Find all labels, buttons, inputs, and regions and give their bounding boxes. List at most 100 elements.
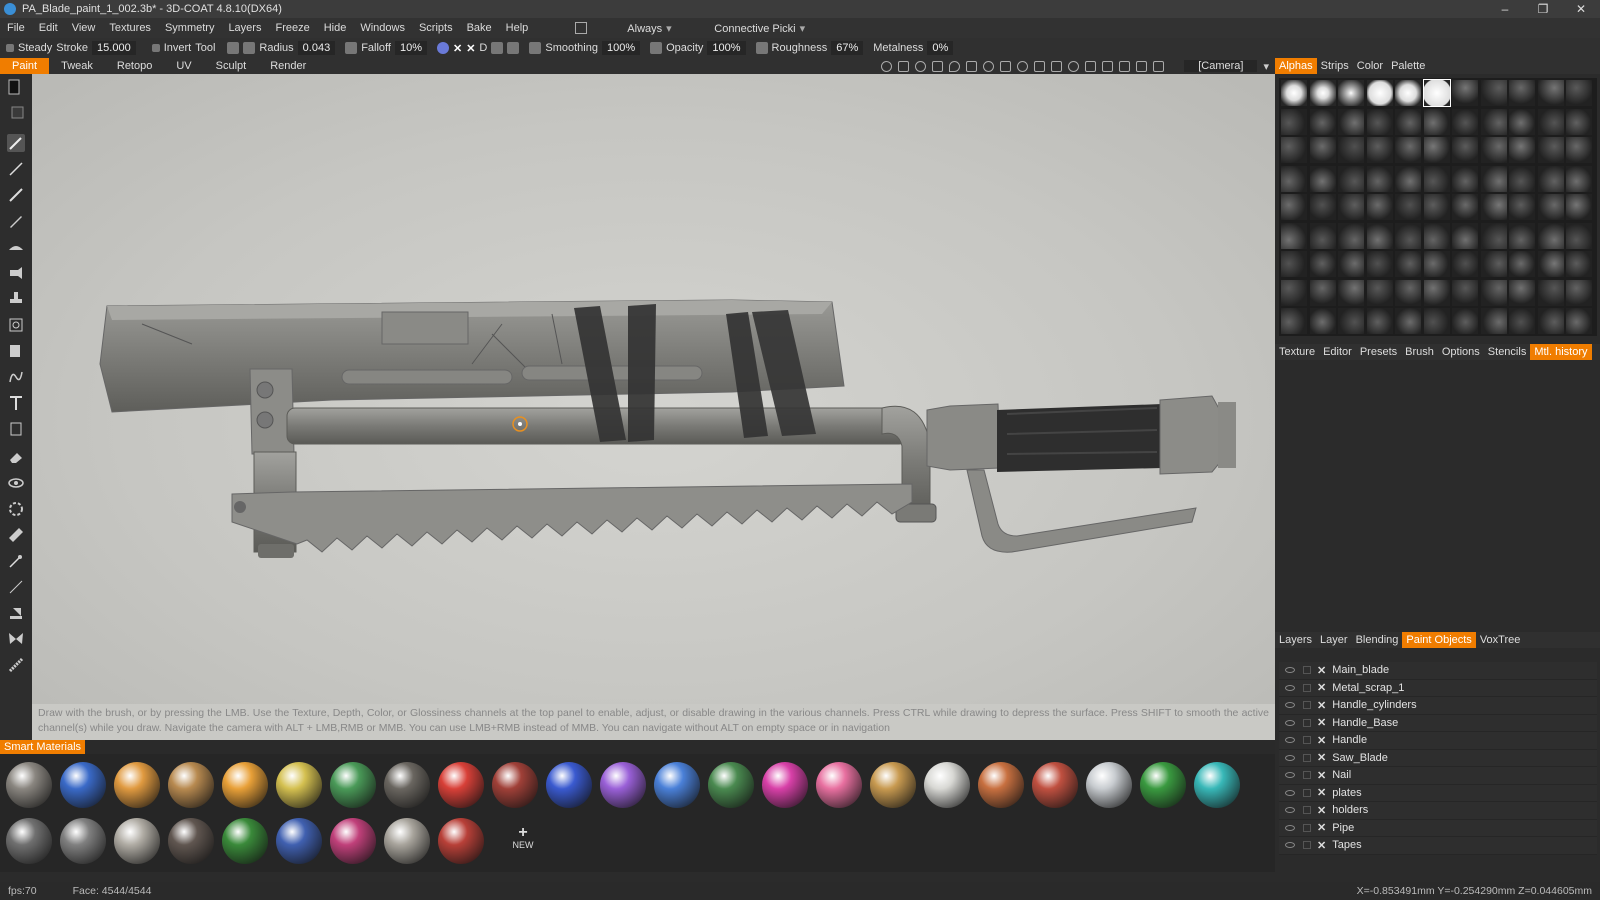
secondary-color-swatch[interactable] <box>7 102 25 120</box>
material-sphere[interactable] <box>654 762 700 808</box>
lock-icon[interactable] <box>1303 666 1311 675</box>
alpha-thumbnail[interactable] <box>1423 251 1450 277</box>
menu-view[interactable]: View <box>65 22 103 34</box>
alpha-thumbnail[interactable] <box>1366 251 1393 277</box>
alpha-thumbnail[interactable] <box>1480 251 1507 277</box>
alpha-thumbnail[interactable] <box>1281 279 1307 306</box>
menu-bake[interactable]: Bake <box>460 22 499 34</box>
alpha-thumbnail[interactable] <box>1366 165 1393 192</box>
alpha-thumbnail[interactable] <box>1452 137 1478 163</box>
material-sphere[interactable] <box>816 762 862 808</box>
image-icon[interactable] <box>898 60 910 72</box>
tab-blending[interactable]: Blending <box>1352 632 1403 648</box>
tab-paint-objects[interactable]: Paint Objects <box>1402 632 1476 648</box>
alpha-thumbnail[interactable] <box>1309 108 1336 135</box>
tab-stencils[interactable]: Stencils <box>1484 344 1531 360</box>
alpha-thumbnail[interactable] <box>1281 137 1307 163</box>
menu-windows[interactable]: Windows <box>353 22 412 34</box>
alpha-thumbnail[interactable] <box>1537 80 1564 106</box>
lock-icon[interactable] <box>1303 823 1311 832</box>
trowel-tool-icon[interactable] <box>7 604 25 622</box>
alpha-thumbnail[interactable] <box>1537 137 1564 163</box>
material-sphere[interactable] <box>546 762 592 808</box>
close-icon[interactable]: ✕ <box>1317 716 1326 729</box>
material-sphere[interactable] <box>438 762 484 808</box>
brush-lock-icon[interactable] <box>507 42 520 54</box>
material-sphere[interactable] <box>222 818 268 864</box>
alpha-thumbnail[interactable] <box>1480 308 1507 334</box>
ruler-tool-icon[interactable] <box>7 526 25 544</box>
tab-presets[interactable]: Presets <box>1356 344 1401 360</box>
paint-object-row[interactable]: ✕ Handle <box>1279 732 1597 750</box>
tab-alphas[interactable]: Alphas <box>1275 58 1317 74</box>
alpha-thumbnail[interactable] <box>1480 222 1507 249</box>
alpha-thumbnail[interactable] <box>1338 251 1364 277</box>
alpha-thumbnail[interactable] <box>1480 194 1507 220</box>
lock-icon[interactable] <box>1303 806 1311 815</box>
paint-object-row[interactable]: ✕ Main_blade <box>1279 662 1597 680</box>
material-sphere[interactable] <box>60 762 106 808</box>
tab-texture[interactable]: Texture <box>1275 344 1319 360</box>
opacity-icon[interactable] <box>650 42 663 54</box>
material-sphere[interactable] <box>1194 762 1240 808</box>
alpha-thumbnail[interactable] <box>1338 308 1364 334</box>
alpha-thumbnail[interactable] <box>1281 108 1307 135</box>
alpha-thumbnail[interactable] <box>1509 222 1535 249</box>
paint-object-row[interactable]: ✕ Pipe <box>1279 819 1597 837</box>
tab-retopo[interactable]: Retopo <box>105 58 164 74</box>
alpha-thumbnail[interactable] <box>1509 251 1535 277</box>
pencil-tool-icon[interactable] <box>7 212 25 230</box>
alpha-thumbnail[interactable] <box>1395 279 1421 306</box>
alpha-thumbnail[interactable] <box>1309 222 1336 249</box>
play-icon[interactable] <box>1034 60 1046 72</box>
alpha-thumbnail[interactable] <box>1281 222 1307 249</box>
material-sphere[interactable] <box>1086 762 1132 808</box>
alpha-thumbnail[interactable] <box>1480 108 1507 135</box>
alpha-thumbnail[interactable] <box>1566 251 1592 277</box>
alpha-thumbnail[interactable] <box>1566 165 1592 192</box>
alpha-thumbnail[interactable] <box>1281 194 1307 220</box>
alpha-thumbnail[interactable] <box>1281 165 1307 192</box>
alpha-thumbnail[interactable] <box>1452 194 1478 220</box>
close-icon[interactable]: ✕ <box>1317 664 1326 677</box>
brush-tool-icon[interactable] <box>7 134 25 152</box>
move-icon[interactable] <box>1000 60 1012 72</box>
alpha-thumbnail[interactable] <box>1422 79 1451 107</box>
alpha-thumbnail[interactable] <box>1566 222 1592 249</box>
smoothing-icon[interactable] <box>529 42 542 54</box>
alpha-thumbnail[interactable] <box>1338 80 1364 106</box>
tab-sculpt[interactable]: Sculpt <box>204 58 259 74</box>
alpha-thumbnail[interactable] <box>1395 222 1421 249</box>
visibility-eye-icon[interactable] <box>1285 719 1295 726</box>
lock-icon[interactable] <box>1303 753 1311 762</box>
picker-tool-icon[interactable] <box>7 552 25 570</box>
pen-pressure-icon[interactable] <box>227 42 240 54</box>
menu-freeze[interactable]: Freeze <box>268 22 316 34</box>
axis-icon[interactable] <box>1119 60 1131 72</box>
3d-viewport[interactable] <box>32 74 1275 704</box>
alpha-thumbnail[interactable] <box>1566 308 1592 334</box>
opacity-value[interactable]: 100% <box>707 41 746 55</box>
minimize-icon[interactable]: – <box>1486 2 1524 16</box>
connective-picking-dropdown[interactable]: Connective Picki <box>707 22 812 35</box>
material-sphere[interactable] <box>600 762 646 808</box>
fit-icon[interactable] <box>1051 60 1063 72</box>
tab-palette[interactable]: Palette <box>1387 58 1429 74</box>
material-sphere[interactable] <box>114 818 160 864</box>
alpha-thumbnail[interactable] <box>1566 279 1592 306</box>
alpha-thumbnail[interactable] <box>1395 165 1421 192</box>
alpha-thumbnail[interactable] <box>1423 137 1450 163</box>
alpha-thumbnail[interactable] <box>1537 308 1564 334</box>
tab-editor[interactable]: Editor <box>1319 344 1356 360</box>
alpha-thumbnail[interactable] <box>1281 308 1307 334</box>
alpha-thumbnail[interactable] <box>1509 165 1535 192</box>
material-sphere[interactable] <box>114 762 160 808</box>
visibility-eye-icon[interactable] <box>1285 737 1295 744</box>
alpha-thumbnail[interactable] <box>1395 308 1421 334</box>
alpha-thumbnail[interactable] <box>1452 251 1478 277</box>
drop-icon[interactable] <box>949 60 961 72</box>
close-icon[interactable]: ✕ <box>1317 804 1326 817</box>
alpha-thumbnail[interactable] <box>1309 137 1336 163</box>
close-icon[interactable]: ✕ <box>1317 734 1326 747</box>
tab-voxtree[interactable]: VoxTree <box>1476 632 1525 648</box>
